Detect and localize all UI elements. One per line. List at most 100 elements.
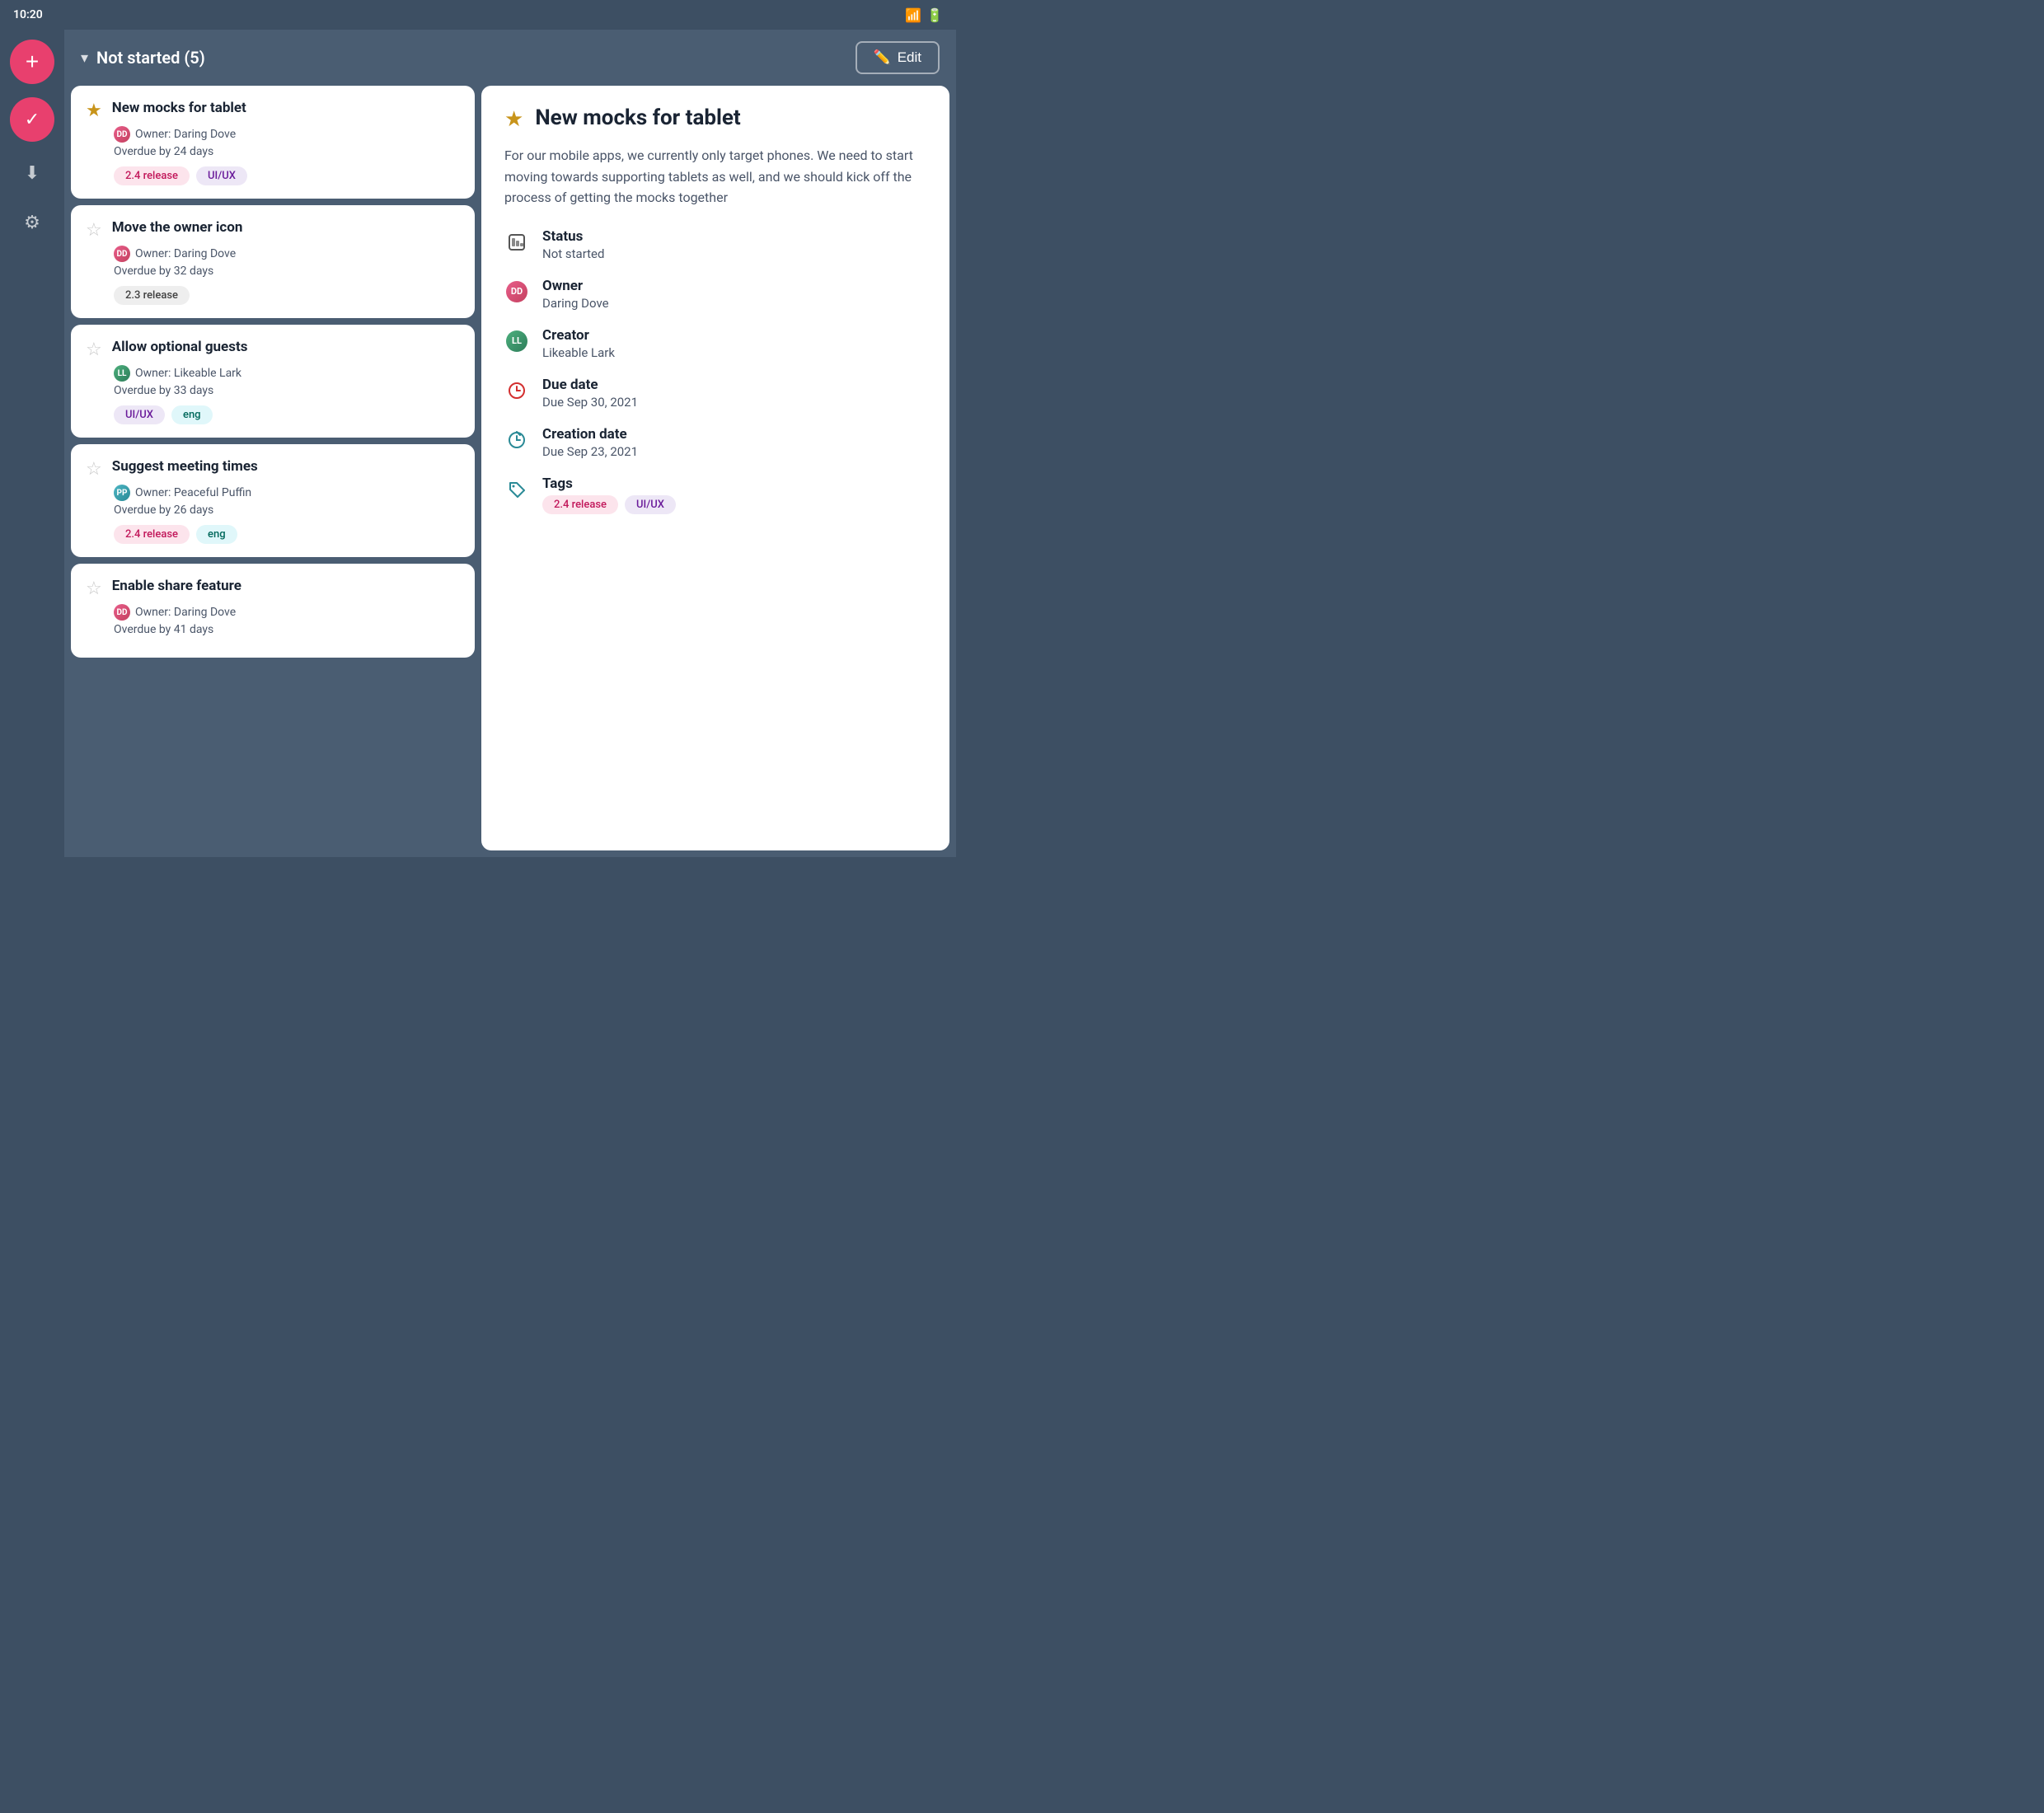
owner-row-5: DD Owner: Daring Dove [114,604,460,621]
tag-3-1[interactable]: eng [171,405,213,424]
detail-tag-0[interactable]: 2.4 release [542,495,618,514]
task-card-4[interactable]: ☆ Suggest meeting times PP Owner: Peacef… [71,444,475,557]
task-header-2: ☆ Move the owner icon [86,218,460,241]
star-icon-4[interactable]: ☆ [86,459,102,480]
inbox-button[interactable]: ⬇ [14,155,50,191]
tags-content: Tags 2.4 release UI/UX [542,476,676,514]
tasks-button[interactable]: ✓ [10,97,54,142]
duedate-label: Due date [542,377,638,393]
tag-4-0[interactable]: 2.4 release [114,525,190,544]
star-icon-3[interactable]: ☆ [86,340,102,360]
owner-name-4: Owner: Peaceful Puffin [135,486,251,499]
duedate-value: Due Sep 30, 2021 [542,395,638,410]
content-area: ▾ Not started (5) ✏️ Edit ★ New mocks fo… [64,30,956,857]
settings-button[interactable]: ⚙ [14,204,50,241]
creator-label: Creator [542,327,615,344]
owner-field-icon: DD [504,279,529,304]
status-icon [504,230,529,255]
panels: ★ New mocks for tablet DD Owner: Daring … [64,86,956,857]
owner-name-3: Owner: Likeable Lark [135,367,241,380]
owner-row-2: DD Owner: Daring Dove [114,246,460,262]
star-icon-5[interactable]: ☆ [86,579,102,599]
header-left: ▾ Not started (5) [81,48,205,68]
detail-title-row: ★ New mocks for tablet [504,105,926,132]
status-bar: 10:20 📶 🔋 [0,0,956,30]
task-meta-4: PP Owner: Peaceful Puffin Overdue by 26 … [86,485,460,544]
tags-label: Tags [542,476,676,492]
detail-creationdate-field: Creation date Due Sep 23, 2021 [504,426,926,459]
detail-star-icon[interactable]: ★ [504,107,523,132]
task-title-5: Enable share feature [112,577,241,595]
duedate-icon [504,378,529,403]
tags-1: 2.4 release UI/UX [114,166,460,185]
task-header-5: ☆ Enable share feature [86,577,460,599]
tag-4-1[interactable]: eng [196,525,237,544]
task-card-2[interactable]: ☆ Move the owner icon DD Owner: Daring D… [71,205,475,318]
detail-creator-field: LL Creator Likeable Lark [504,327,926,360]
task-card-1[interactable]: ★ New mocks for tablet DD Owner: Daring … [71,86,475,199]
signal-icon: 📶 [905,7,921,23]
tag-2-0[interactable]: 2.3 release [114,286,190,305]
owner-label: Owner [542,278,609,294]
check-icon: ✓ [25,109,40,130]
detail-duedate-field: Due date Due Sep 30, 2021 [504,377,926,410]
owner-row-3: LL Owner: Likeable Lark [114,365,460,382]
task-card-5[interactable]: ☆ Enable share feature DD Owner: Daring … [71,564,475,658]
owner-content: Owner Daring Dove [542,278,609,311]
creator-value: Likeable Lark [542,345,615,360]
owner-row-4: PP Owner: Peaceful Puffin [114,485,460,501]
tags-2: 2.3 release [114,286,460,305]
status-content: Status Not started [542,228,604,261]
owner-name-5: Owner: Daring Dove [135,606,236,619]
task-list-panel: ★ New mocks for tablet DD Owner: Daring … [71,86,475,850]
detail-tag-1[interactable]: UI/UX [625,495,676,514]
task-header-3: ☆ Allow optional guests [86,338,460,360]
status-value: Not started [542,246,604,261]
creationdate-content: Creation date Due Sep 23, 2021 [542,426,638,459]
battery-icon: 🔋 [926,7,943,23]
task-meta-5: DD Owner: Daring Dove Overdue by 41 days [86,604,460,644]
owner-value: Daring Dove [542,296,609,311]
overdue-2: Overdue by 32 days [114,265,460,278]
overdue-5: Overdue by 41 days [114,623,460,636]
section-title: Not started (5) [96,48,205,68]
task-meta-1: DD Owner: Daring Dove Overdue by 24 days… [86,126,460,185]
task-title-1: New mocks for tablet [112,99,246,117]
edit-label: Edit [898,49,921,66]
duedate-content: Due date Due Sep 30, 2021 [542,377,638,410]
task-meta-3: LL Owner: Likeable Lark Overdue by 33 da… [86,365,460,424]
star-icon-2[interactable]: ☆ [86,220,102,241]
owner-name-1: Owner: Daring Dove [135,128,236,141]
app-layout: + ✓ ⬇ ⚙ ▾ Not started (5) ✏️ Edit [0,30,956,857]
owner-avatar-2: DD [114,246,130,262]
collapse-chevron[interactable]: ▾ [81,49,88,67]
tags-3: UI/UX eng [114,405,460,424]
detail-status-field: Status Not started [504,228,926,261]
creationdate-icon [504,428,529,452]
task-card-3[interactable]: ☆ Allow optional guests LL Owner: Likeab… [71,325,475,438]
task-title-2: Move the owner icon [112,218,243,237]
task-detail-panel: ★ New mocks for tablet For our mobile ap… [481,86,949,850]
owner-avatar-4: PP [114,485,130,501]
tag-1-1[interactable]: UI/UX [196,166,247,185]
detail-description: For our mobile apps, we currently only t… [504,145,926,208]
status-label: Status [542,228,604,245]
detail-tags-field: Tags 2.4 release UI/UX [504,476,926,514]
status-time: 10:20 [13,8,43,21]
create-button[interactable]: + [10,40,54,84]
creator-detail-avatar: LL [506,330,527,352]
task-title-4: Suggest meeting times [112,457,258,476]
tag-1-0[interactable]: 2.4 release [114,166,190,185]
task-meta-2: DD Owner: Daring Dove Overdue by 32 days… [86,246,460,305]
owner-detail-avatar: DD [506,281,527,302]
task-header-1: ★ New mocks for tablet [86,99,460,121]
content-header: ▾ Not started (5) ✏️ Edit [64,30,956,86]
settings-icon: ⚙ [24,213,40,233]
overdue-3: Overdue by 33 days [114,384,460,397]
tag-3-0[interactable]: UI/UX [114,405,165,424]
overdue-4: Overdue by 26 days [114,504,460,517]
tags-icon [504,477,529,502]
edit-button[interactable]: ✏️ Edit [856,41,940,74]
star-icon-1[interactable]: ★ [86,101,102,121]
detail-owner-field: DD Owner Daring Dove [504,278,926,311]
